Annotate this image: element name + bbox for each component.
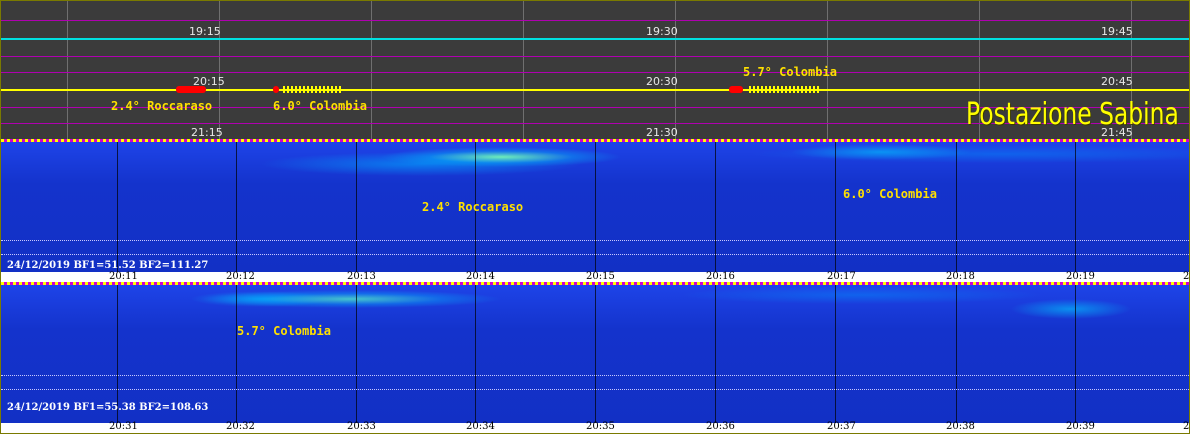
time-label: 19:45: [1101, 25, 1133, 38]
time-label: 19:15: [189, 25, 221, 38]
tick-label: 20:34: [466, 421, 495, 432]
tick-label: 20:35: [586, 421, 615, 432]
spectro-label: 2.4° Roccaraso: [422, 200, 524, 214]
spectro-info: 24/12/2019 BF1=55.38 BF2=108.63: [7, 402, 209, 413]
tick-label: 20:17: [827, 271, 856, 282]
grid-line: [675, 1, 676, 139]
tick-label: 20:15: [586, 271, 615, 282]
event-marker: [176, 86, 206, 93]
tick-label: 20:36: [706, 421, 735, 432]
time-label: 21:30: [646, 126, 678, 139]
tick-label: 20:16: [706, 271, 735, 282]
tick-label: 20:18: [946, 271, 975, 282]
spectro-info: 24/12/2019 BF1=51.52 BF2=111.27: [7, 260, 209, 271]
tick-label: 20:11: [109, 271, 138, 282]
spectro-label: 6.0° Colombia: [843, 187, 937, 201]
time-label: 20:45: [1101, 75, 1133, 88]
trace-noise: [283, 86, 343, 93]
spectrogram-1: 2.4° Roccaraso 6.0° Colombia 24/12/2019 …: [1, 142, 1189, 282]
event-marker: [729, 86, 743, 93]
spectrogram-2: 5.7° Colombia 24/12/2019 BF1=55.38 BF2=1…: [1, 285, 1189, 433]
tick-label: 20:31: [109, 421, 138, 432]
grid-line: [523, 1, 524, 139]
trace-noise: [749, 86, 819, 93]
time-label: 20:30: [646, 75, 678, 88]
event-label: 5.7° Colombia: [743, 65, 837, 79]
event-marker: [273, 86, 279, 93]
grid-line: [371, 1, 372, 139]
event-label: 6.0° Colombia: [273, 99, 367, 113]
time-label: 19:30: [646, 25, 678, 38]
tick-label: 20:39: [1066, 421, 1095, 432]
trace-cyan: [1, 38, 1189, 40]
spectro-label: 5.7° Colombia: [237, 324, 331, 338]
tick-label: 20:38: [946, 421, 975, 432]
tick-label: 20:19: [1066, 271, 1095, 282]
grid-line: [67, 1, 68, 139]
tick-label: 20:37: [827, 421, 856, 432]
tick-label: 2: [1183, 271, 1189, 282]
tick-label: 20:32: [226, 421, 255, 432]
tick-label: 20:33: [347, 421, 376, 432]
event-label: 2.4° Roccaraso: [111, 99, 213, 113]
tick-label: 2: [1183, 421, 1189, 432]
grid-line: [219, 1, 220, 139]
tick-label: 20:14: [466, 271, 495, 282]
time-label: 21:15: [191, 126, 223, 139]
grid-hline: [1, 72, 1189, 73]
tick-label: 20:13: [347, 271, 376, 282]
monitor-frame: 19:15 19:30 19:45 20:15 20:30 20:45 21:1…: [0, 0, 1190, 434]
station-title: Postazione Sabina: [966, 97, 1179, 132]
seismogram-panel: 19:15 19:30 19:45 20:15 20:30 20:45 21:1…: [1, 1, 1189, 139]
grid-hline: [1, 20, 1189, 21]
grid-hline: [1, 56, 1189, 57]
tick-label: 20:12: [226, 271, 255, 282]
